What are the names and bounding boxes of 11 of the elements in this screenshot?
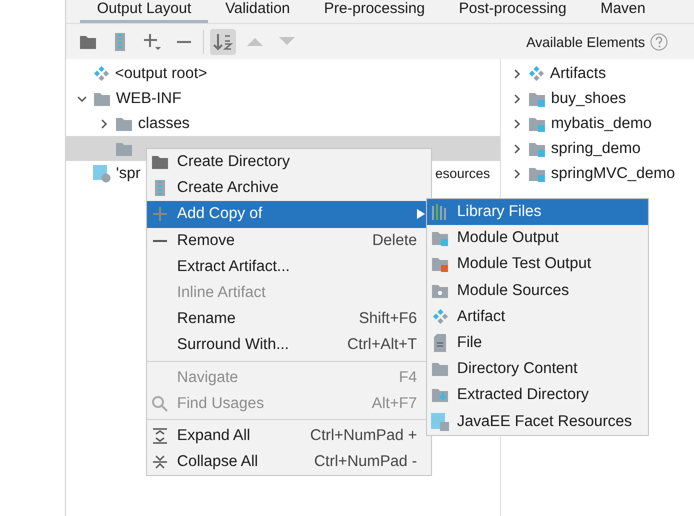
tree-label: mybatis_demo: [551, 114, 652, 132]
tree-label: spring_demo: [551, 140, 641, 158]
panel-title: Available Elements: [526, 34, 645, 50]
tree-label: <output root>: [115, 64, 208, 82]
tree-label: buy_shoes: [551, 90, 626, 108]
tree-label: classes: [138, 114, 190, 132]
tree-label: 'spr: [116, 164, 140, 182]
tree-label: WEB-INF: [116, 90, 182, 108]
tree-label: Artifacts: [550, 64, 606, 82]
tree-label: esources: [435, 166, 491, 181]
tree-label: springMVC_demo: [551, 164, 676, 182]
